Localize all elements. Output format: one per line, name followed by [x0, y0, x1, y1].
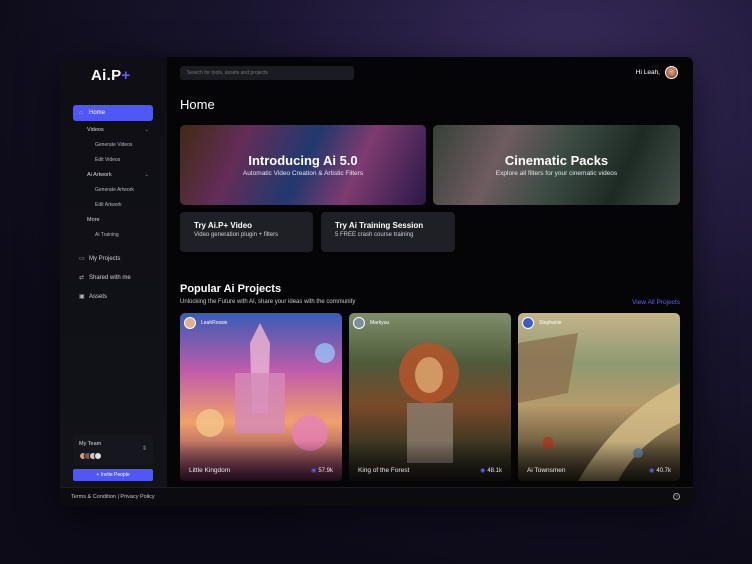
view-count-value: 40.7k — [656, 467, 671, 474]
sidebar-item-edit-artwork[interactable]: Edit Artwork — [95, 202, 122, 208]
hero-title: Introducing Ai 5.0 — [248, 153, 358, 168]
team-label: My Team — [79, 441, 102, 447]
promo-subtitle: 5 FREE crash course training — [335, 232, 414, 238]
sidebar-item-edit-videos[interactable]: Edit Videos — [95, 157, 120, 163]
card-overlay — [180, 441, 342, 481]
card-overlay — [349, 441, 511, 481]
promo-title: Try Ai.P+ Video — [194, 221, 253, 230]
footer-links[interactable]: Terms & Condition | Privacy Policy — [71, 494, 155, 500]
sidebar: Ai.P+ ⌂ Home Videos ⌄ Generate Videos Ed… — [60, 57, 167, 487]
footer: Terms & Condition | Privacy Policy ? — [60, 487, 693, 506]
sidebar-group-videos[interactable]: Videos ⌄ — [87, 127, 149, 133]
sidebar-item-ai-training[interactable]: Ai Training — [95, 232, 119, 238]
card-title: Little Kingdom — [189, 467, 231, 474]
sidebar-item-label: Assets — [89, 294, 108, 300]
app-logo[interactable]: Ai.P+ — [91, 67, 130, 84]
card-author: Stephanie — [539, 320, 562, 326]
project-card[interactable]: Stephanie Ai Townsmen ◉ 40.7k — [518, 313, 680, 481]
sidebar-group-label: More — [87, 217, 100, 223]
avatar — [94, 452, 102, 460]
promo-card-training[interactable]: Try Ai Training Session 5 FREE crash cou… — [321, 212, 455, 252]
section-title: Popular Ai Projects — [180, 283, 282, 295]
sidebar-item-shared[interactable]: ⇄ Shared with me — [73, 270, 153, 286]
sidebar-group-label: Videos — [87, 127, 104, 133]
sidebar-group-label: Ai Artwork — [87, 172, 112, 178]
sidebar-item-label: Home — [89, 110, 106, 116]
help-icon[interactable]: ? — [673, 493, 680, 500]
sidebar-item-home[interactable]: ⌂ Home — [73, 105, 153, 121]
sidebar-item-generate-videos[interactable]: Generate Videos — [95, 142, 132, 148]
view-count: ◉ 48.1k — [480, 467, 502, 475]
eye-icon: ◉ — [311, 468, 317, 474]
section-subtitle: Unlocking the Future with AI, share your… — [180, 299, 356, 305]
view-all-projects-link[interactable]: View All Projects — [632, 299, 680, 306]
card-author: Markyuu — [370, 320, 390, 326]
hero-subtitle: Explore all filters for your cinematic v… — [495, 170, 618, 177]
search-input[interactable]: Search for tools, assets and projects — [180, 66, 354, 80]
hero-subtitle: Automatic Video Creation & Artistic Filt… — [242, 170, 364, 177]
team-avatars — [79, 452, 102, 460]
sidebar-item-label: My Projects — [89, 256, 121, 262]
project-card[interactable]: Markyuu King of the Forest ◉ 48.1k — [349, 313, 511, 481]
sidebar-item-label: Shared with me — [89, 275, 131, 281]
card-title: King of the Forest — [358, 467, 410, 474]
sidebar-item-my-projects[interactable]: ▭ My Projects — [73, 251, 153, 267]
sidebar-group-ai-artwork[interactable]: Ai Artwork ⌄ — [87, 172, 149, 178]
user-greeting: Hi Leah, — [635, 69, 660, 76]
view-count: ◉ 40.7k — [649, 467, 671, 475]
search-placeholder: Search for tools, assets and projects — [187, 70, 268, 76]
image-icon: ▣ — [79, 294, 85, 300]
promo-title: Try Ai Training Session — [335, 221, 424, 230]
promo-subtitle: Video generation plugin + filters — [194, 232, 279, 238]
team-panel[interactable]: My Team ⇕ — [73, 435, 153, 465]
avatar — [353, 317, 365, 329]
promo-card-video[interactable]: Try Ai.P+ Video Video generation plugin … — [180, 212, 313, 252]
card-title: Ai Townsmen — [527, 467, 566, 474]
sidebar-item-assets[interactable]: ▣ Assets — [73, 289, 153, 305]
view-count-value: 48.1k — [487, 467, 502, 474]
avatar — [522, 317, 534, 329]
chevron-down-icon: ⌄ — [144, 127, 149, 133]
eye-icon: ◉ — [649, 468, 655, 474]
chevron-down-icon: ⌄ — [144, 172, 149, 178]
sidebar-item-generate-artwork[interactable]: Generate Artwork — [95, 187, 134, 193]
home-icon: ⌂ — [79, 110, 83, 116]
project-card[interactable]: LeahRossie Little Kingdom ◉ 57.9k — [180, 313, 342, 481]
view-count: ◉ 57.9k — [311, 467, 333, 475]
hero-title: Cinematic Packs — [504, 153, 609, 168]
folder-icon: ▭ — [79, 256, 85, 262]
hero-banner-ai-5[interactable]: Introducing Ai 5.0 Automatic Video Creat… — [180, 125, 426, 205]
eye-icon: ◉ — [480, 468, 486, 474]
avatar[interactable] — [665, 66, 678, 79]
hero-banner-cinematic[interactable]: Cinematic Packs Explore all filters for … — [433, 125, 680, 205]
app-window: Ai.P+ ⌂ Home Videos ⌄ Generate Videos Ed… — [60, 57, 693, 506]
invite-people-button[interactable]: + Invite People — [73, 469, 153, 481]
card-overlay — [518, 441, 680, 481]
expand-icon[interactable]: ⇕ — [142, 445, 147, 452]
card-author: LeahRossie — [201, 320, 228, 326]
view-count-value: 57.9k — [318, 467, 333, 474]
page-title: Home — [180, 97, 215, 112]
share-icon: ⇄ — [79, 275, 85, 281]
sidebar-group-more[interactable]: More — [87, 217, 149, 223]
avatar — [184, 317, 196, 329]
